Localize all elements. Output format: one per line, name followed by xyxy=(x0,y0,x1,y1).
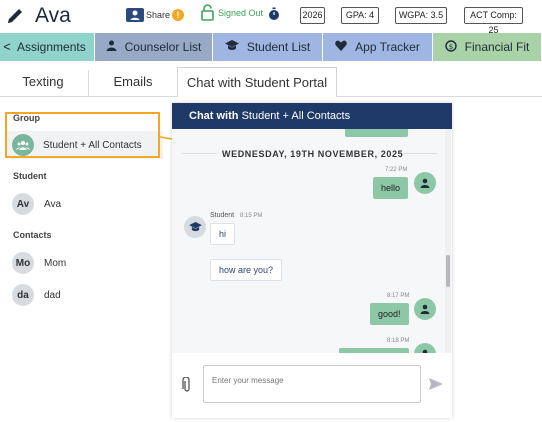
student-name: Ava xyxy=(35,4,71,27)
chat-header-target: Student + All Contacts xyxy=(241,110,351,122)
chat-scrollbar[interactable] xyxy=(445,129,451,353)
tab-label: App Tracker xyxy=(355,40,420,54)
message-time: 7:22 PM xyxy=(385,167,408,173)
avatar xyxy=(414,298,436,320)
top-header: Ava Share ! Signed Out 2026 GPA: 4 WGPA:… xyxy=(0,0,542,35)
message-input[interactable] xyxy=(203,365,421,403)
nav-tabs: Assignments < Counselor List Student Lis… xyxy=(0,33,542,61)
edit-icon[interactable] xyxy=(4,5,26,27)
student-row[interactable]: Av Ava xyxy=(0,190,170,218)
student-name-label: Ava xyxy=(44,198,62,210)
chat-panel: Chat with Student + All Contacts WEDNESD… xyxy=(172,103,452,418)
act-badge: ACT Comp: 25 xyxy=(464,7,523,35)
avatar xyxy=(414,172,436,194)
avatar: Mo xyxy=(12,252,34,274)
timer-icon[interactable] xyxy=(267,7,281,21)
message-bubble-outgoing: hello xyxy=(373,177,409,199)
message-bubble-incoming: hi xyxy=(210,223,236,245)
grad-year-badge: 2026 xyxy=(300,7,325,24)
paperclip-icon[interactable] xyxy=(182,376,192,398)
avatar xyxy=(184,216,206,238)
tab-student-list[interactable]: Student List xyxy=(213,33,323,61)
tab-app-tracker[interactable]: App Tracker xyxy=(323,33,433,61)
share-icon xyxy=(126,8,144,22)
message-time: 8:18 PM xyxy=(387,338,410,344)
tab-label: Assignments xyxy=(17,40,86,54)
user-icon xyxy=(420,178,430,188)
graduation-cap-icon xyxy=(188,222,202,232)
chat-scrollbar-thumb[interactable] xyxy=(446,255,450,287)
contacts-section-label: Contacts xyxy=(13,230,52,240)
avatar: Av xyxy=(12,193,34,215)
student-section-label: Student xyxy=(13,171,47,181)
date-separator: WEDNESDAY, 19TH NOVEMBER, 2025 xyxy=(222,149,404,159)
date-separator-line xyxy=(403,153,438,154)
chat-composer xyxy=(172,353,452,418)
tab-counselor-list[interactable]: Counselor List xyxy=(95,33,213,61)
contact-name: dad xyxy=(44,289,61,301)
contact-name: Mom xyxy=(44,257,67,269)
tab-assignments[interactable]: Assignments xyxy=(0,33,95,61)
wgpa-badge: WGPA: 3.5 xyxy=(395,7,447,24)
subtab-divider xyxy=(88,70,89,96)
subtab-chat-with-student-portal[interactable]: Chat with Student Portal xyxy=(177,67,337,97)
message-sender: Student xyxy=(210,212,235,219)
chat-header-prefix: Chat with xyxy=(189,110,239,122)
chat-header: Chat with Student + All Contacts xyxy=(172,103,452,129)
message-bubble-incoming: how are you? xyxy=(210,259,283,281)
user-icon xyxy=(106,40,117,54)
message-time: 8:17 PM xyxy=(387,293,410,299)
tab-label: Financial Fit xyxy=(464,40,530,54)
contact-row-dad[interactable]: da dad xyxy=(0,281,170,309)
gpa-badge: GPA: 4 xyxy=(341,7,379,24)
tab-label: Counselor List xyxy=(124,40,202,54)
subtab-emails[interactable]: Emails xyxy=(90,67,176,97)
message-bubble-outgoing xyxy=(345,129,408,137)
tab-financial-fit[interactable]: $ Financial Fit xyxy=(433,33,542,61)
lock-icon xyxy=(201,4,214,21)
heart-icon xyxy=(335,40,347,54)
svg-text:$: $ xyxy=(448,43,452,51)
message-time: 8:15 PM xyxy=(240,213,263,219)
signed-out-status[interactable]: Signed Out xyxy=(201,4,263,21)
chat-messages[interactable]: WEDNESDAY, 19TH NOVEMBER, 2025 7:22 PM h… xyxy=(172,129,452,353)
dollar-cycle-icon: $ xyxy=(444,39,457,55)
signed-out-label: Signed Out xyxy=(218,7,264,18)
date-separator-line xyxy=(182,153,217,154)
graduation-cap-icon xyxy=(224,40,239,54)
message-bubble-outgoing: good! xyxy=(370,303,409,325)
share-label: Share xyxy=(146,10,171,20)
subtab-texting[interactable]: Texting xyxy=(2,67,84,97)
user-icon xyxy=(420,304,430,314)
share-alert-badge: ! xyxy=(172,9,185,21)
avatar: da xyxy=(12,284,34,306)
nav-prev-arrow[interactable]: < xyxy=(0,33,14,61)
send-icon[interactable] xyxy=(429,377,443,395)
avatar xyxy=(414,343,436,353)
contact-row-mom[interactable]: Mo Mom xyxy=(0,249,170,277)
highlight-box xyxy=(5,112,160,158)
tab-label: Student List xyxy=(246,40,311,54)
share-button[interactable]: Share ! xyxy=(126,6,185,24)
